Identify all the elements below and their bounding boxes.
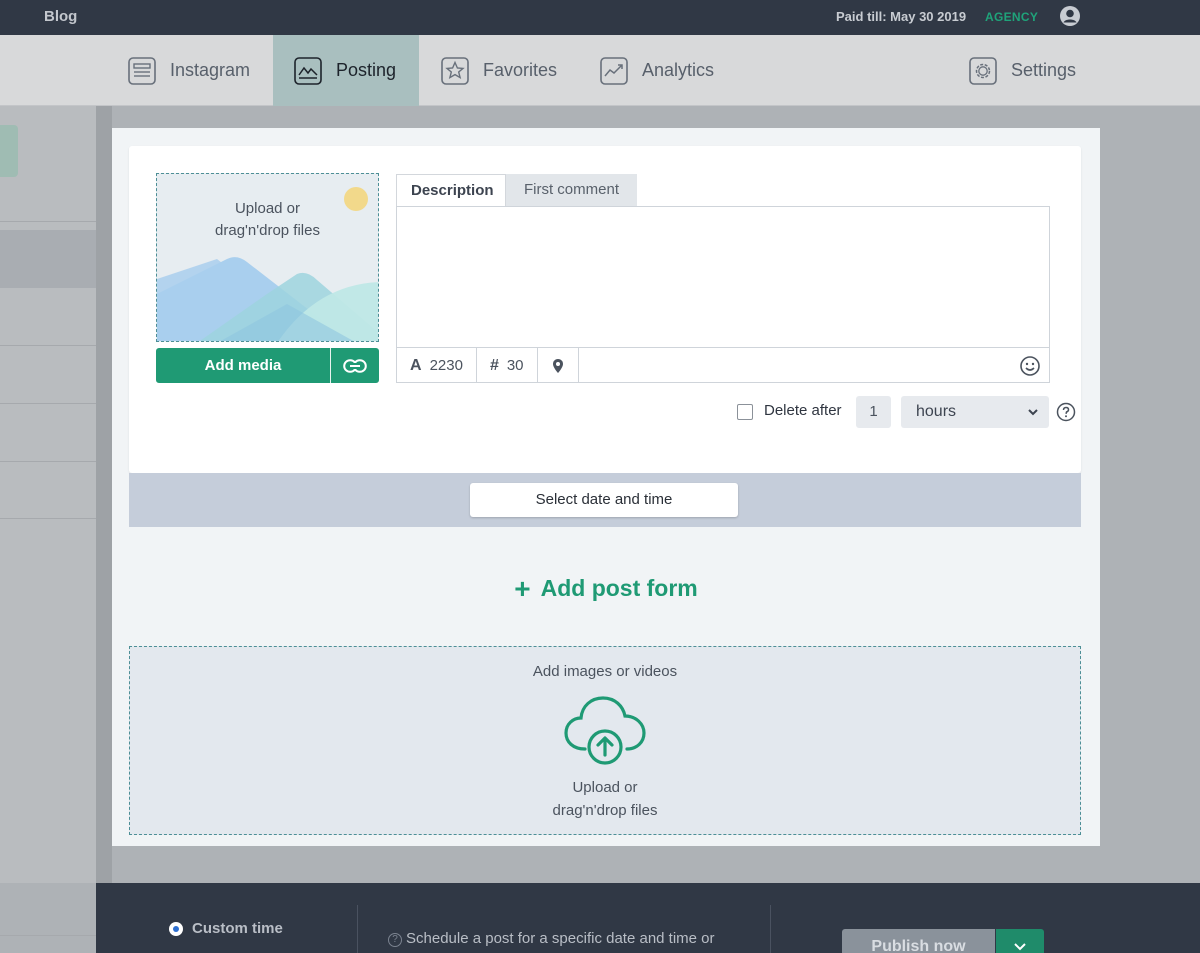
tab-description[interactable]: Description [396, 174, 506, 206]
posting-panel: Upload or drag'n'drop files Add media De… [112, 128, 1100, 846]
help-icon[interactable] [1056, 402, 1076, 422]
user-avatar-icon[interactable] [1059, 5, 1081, 27]
paid-till-text: Paid till: May 30 2019 [836, 9, 967, 24]
sidebar-divider [0, 461, 96, 462]
add-post-form-label: Add post form [540, 575, 698, 601]
delete-after-label: Delete after [764, 402, 842, 419]
sidebar-shadow [96, 106, 112, 883]
custom-time-radio[interactable] [169, 922, 183, 936]
character-counter: A 2230 [397, 348, 477, 383]
dropzone-line: drag'n'drop files [552, 802, 658, 819]
emoji-icon[interactable] [1019, 355, 1041, 377]
schedule-hint-text: Schedule a post for a specific date and … [406, 930, 715, 947]
main-nav: Instagram Posting Favorites Analytics Se… [0, 35, 1200, 106]
hashtag-counter: # 30 [477, 348, 538, 383]
chevron-down-icon [1014, 943, 1026, 951]
dropzone-text: Upload or drag'n'drop files [157, 198, 378, 242]
add-media-by-link-button[interactable] [331, 348, 379, 383]
character-count: 2230 [429, 357, 463, 374]
nav-item-favorites[interactable]: Favorites [441, 35, 577, 106]
post-form-card: Upload or drag'n'drop files Add media De… [129, 146, 1081, 473]
sidebar-divider [0, 345, 96, 346]
sidebar-divider [0, 518, 96, 519]
delete-after-amount-input[interactable]: 1 [856, 396, 891, 428]
dropzone-line: drag'n'drop files [215, 222, 320, 239]
hashtag-icon: # [489, 356, 499, 374]
add-media-button[interactable]: Add media [156, 348, 330, 383]
dropzone-line: Upload or [234, 200, 301, 217]
schedule-bar: Select date and time [129, 473, 1081, 527]
plan-badge: AGENCY [985, 10, 1039, 24]
publish-options-button[interactable] [996, 929, 1044, 953]
sidebar-selected-chip [0, 125, 18, 177]
help-icon: ? [388, 933, 402, 947]
nav-label: Analytics [642, 60, 715, 80]
nav-item-analytics[interactable]: Analytics [600, 35, 734, 106]
nav-item-settings[interactable]: Settings [969, 35, 1096, 106]
nav-label: Settings [1011, 60, 1077, 80]
nav-label: Instagram [170, 60, 251, 80]
add-media-button-group: Add media [156, 348, 379, 383]
publish-bar: Custom time ? Schedule a post for a speci… [96, 883, 1200, 953]
delete-after-unit-select[interactable]: hours [901, 396, 1049, 428]
delete-after-checkbox[interactable] [737, 404, 753, 420]
description-input[interactable] [397, 207, 1049, 347]
nav-label: Favorites [483, 60, 558, 80]
star-icon [441, 56, 469, 85]
bulk-media-dropzone[interactable]: Add images or videos Upload or drag'n'dr… [129, 646, 1081, 835]
publish-now-button[interactable]: Publish now [842, 929, 995, 953]
sidebar-divider [0, 935, 96, 936]
chevron-down-icon [1028, 409, 1038, 416]
bulk-dropzone-title: Add images or videos [532, 663, 678, 680]
bulk-dropzone-text: Upload or drag'n'drop files [130, 776, 1080, 822]
sidebar-item[interactable] [0, 230, 96, 288]
nav-item-instagram[interactable]: Instagram [128, 35, 270, 106]
account-name[interactable]: Blog [44, 8, 77, 25]
add-post-form-button[interactable]: + Add post form [112, 573, 1100, 605]
font-icon: A [410, 356, 422, 374]
chart-icon [600, 56, 628, 85]
plus-icon: + [514, 573, 531, 604]
editor-toolbar: A 2230 # 30 [397, 347, 1049, 383]
select-value: hours [916, 403, 957, 420]
description-editor: A 2230 # 30 [396, 206, 1050, 383]
location-button[interactable] [538, 348, 579, 383]
link-icon [343, 358, 367, 373]
location-pin-icon [552, 358, 563, 373]
top-bar: Blog Paid till: May 30 2019 AGENCY [0, 0, 1200, 35]
nav-label: Posting [336, 60, 397, 80]
divider [357, 905, 358, 953]
tab-first-comment[interactable]: First comment [506, 174, 637, 206]
divider [770, 905, 771, 953]
sidebar-divider [0, 221, 96, 222]
select-date-time-button[interactable]: Select date and time [470, 483, 738, 517]
media-dropzone[interactable]: Upload or drag'n'drop files [156, 173, 379, 342]
left-sidebar [0, 106, 96, 883]
custom-time-label: Custom time [192, 920, 283, 937]
sidebar-divider [0, 403, 96, 404]
cloud-upload-icon [564, 696, 646, 765]
nav-item-posting[interactable]: Posting [273, 35, 419, 106]
image-icon [294, 56, 322, 85]
list-icon [128, 56, 156, 85]
dropzone-line: Upload or [572, 779, 638, 796]
hashtag-count: 30 [506, 357, 524, 374]
schedule-hint: ? Schedule a post for a specific date and… [388, 930, 715, 947]
gear-icon [969, 56, 997, 85]
